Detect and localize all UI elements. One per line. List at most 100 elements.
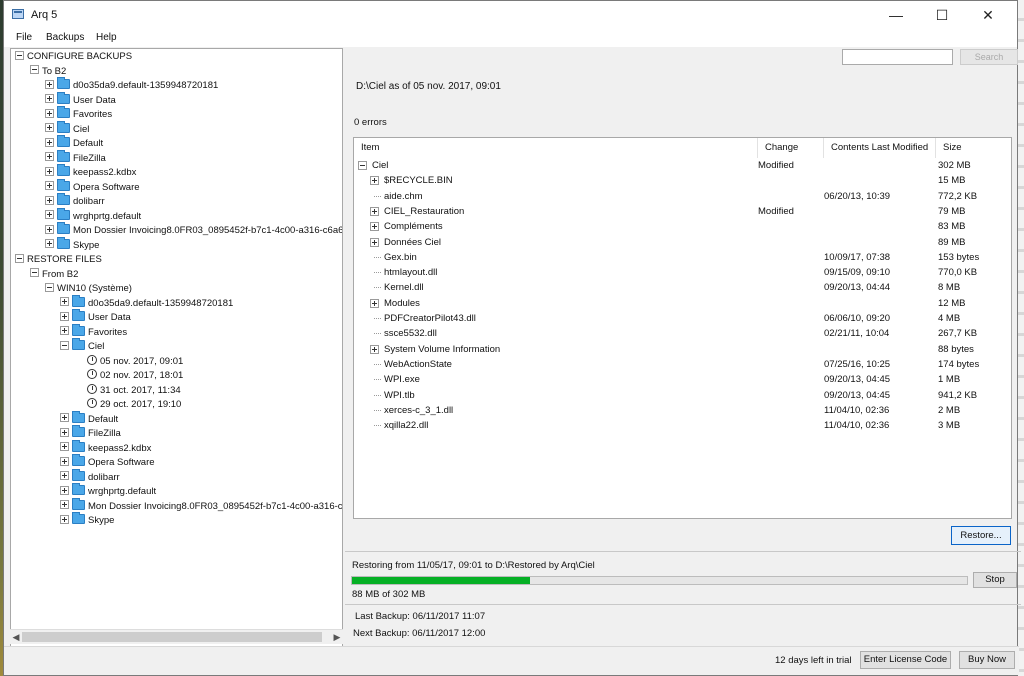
tree-source[interactable]: From B2 xyxy=(30,268,78,282)
tree-horizontal-scrollbar[interactable]: ◀ ▶ xyxy=(10,629,343,644)
tree-backup-folder[interactable]: Mon Dossier Invoicing8.0FR03_0895452f-b7… xyxy=(45,222,342,238)
expand-icon[interactable] xyxy=(45,94,54,104)
collapse-icon[interactable] xyxy=(45,282,54,292)
tree-restore-folder[interactable]: Default xyxy=(60,410,118,427)
tree-backup-folder[interactable]: User Data xyxy=(45,91,116,108)
file-row[interactable]: Ciel Modified 302 MB xyxy=(354,158,1011,173)
tree-computer[interactable]: WIN10 (Système) xyxy=(45,282,132,296)
scroll-thumb[interactable] xyxy=(22,632,322,642)
collapse-icon[interactable] xyxy=(30,65,39,75)
maximize-icon[interactable]: ☐ xyxy=(919,1,965,30)
tree-restore-folder[interactable]: d0o35da9.default-1359948720181 xyxy=(60,294,233,311)
file-row[interactable]: ssce5532.dll 02/21/11, 10:04 267,7 KB xyxy=(354,326,1011,341)
expand-icon[interactable] xyxy=(370,344,379,354)
expand-icon[interactable] xyxy=(60,514,69,524)
minimize-icon[interactable]: — xyxy=(873,1,919,30)
file-row[interactable]: System Volume Information 88 bytes xyxy=(354,342,1011,357)
expand-icon[interactable] xyxy=(45,239,54,249)
file-row[interactable]: Compléments 83 MB xyxy=(354,219,1011,234)
expand-icon[interactable] xyxy=(45,137,54,147)
scroll-right-icon[interactable]: ▶ xyxy=(331,630,343,645)
expand-icon[interactable] xyxy=(45,123,54,133)
expand-icon[interactable] xyxy=(60,297,69,307)
expand-icon[interactable] xyxy=(370,176,379,186)
tree-backup-folder[interactable]: keepass2.kdbx xyxy=(45,164,136,180)
expand-icon[interactable] xyxy=(60,456,69,466)
tree-backup-folder[interactable]: d0o35da9.default-1359948720181 xyxy=(45,77,218,93)
tree-snapshot[interactable]: 29 oct. 2017, 19:10 xyxy=(75,398,181,412)
column-item[interactable]: Item xyxy=(354,138,758,158)
file-row[interactable]: WPI.tlb 09/20/13, 04:45 941,2 KB xyxy=(354,388,1011,403)
file-row[interactable]: WebActionState 07/25/16, 10:25 174 bytes xyxy=(354,357,1011,372)
restore-button[interactable]: Restore... xyxy=(951,526,1011,545)
expand-icon[interactable] xyxy=(370,206,379,216)
file-row[interactable]: $RECYCLE.BIN 15 MB xyxy=(354,173,1011,188)
file-row[interactable]: CIEL_Restauration Modified 79 MB xyxy=(354,204,1011,219)
buy-now-button[interactable]: Buy Now xyxy=(959,651,1015,669)
file-row[interactable]: Données Ciel 89 MB xyxy=(354,235,1011,250)
expand-icon[interactable] xyxy=(370,237,379,247)
expand-icon[interactable] xyxy=(45,210,54,220)
tree-snapshot[interactable]: 05 nov. 2017, 09:01 xyxy=(75,354,183,369)
tree-snapshot[interactable]: 02 nov. 2017, 18:01 xyxy=(75,369,183,383)
collapse-icon[interactable] xyxy=(15,50,24,60)
file-row[interactable]: Kernel.dll 09/20/13, 04:44 8 MB xyxy=(354,280,1011,295)
expand-icon[interactable] xyxy=(60,442,69,452)
search-button[interactable]: Search xyxy=(960,49,1018,65)
tree-restore-folder[interactable]: dolibarr xyxy=(60,468,120,485)
close-icon[interactable]: ✕ xyxy=(965,1,1011,30)
expand-icon[interactable] xyxy=(45,108,54,118)
collapse-icon[interactable] xyxy=(15,253,24,263)
file-row[interactable]: xerces-c_3_1.dll 11/04/10, 02:36 2 MB xyxy=(354,403,1011,418)
expand-icon[interactable] xyxy=(370,222,379,232)
tree-backup-folder[interactable]: Ciel xyxy=(45,120,89,137)
column-change[interactable]: Change xyxy=(758,138,824,158)
file-row[interactable]: PDFCreatorPilot43.dll 06/06/10, 09:20 4 MB xyxy=(354,311,1011,326)
collapse-icon[interactable] xyxy=(358,161,367,170)
menu-help[interactable]: Help xyxy=(96,32,117,43)
tree-snapshot[interactable]: 31 oct. 2017, 11:34 xyxy=(75,383,181,398)
expand-icon[interactable] xyxy=(60,326,69,336)
file-row[interactable]: Gex.bin 10/09/17, 07:38 153 bytes xyxy=(354,250,1011,265)
tree-restore-folder[interactable]: Mon Dossier Invoicing8.0FR03_0895452f-b7… xyxy=(60,497,342,514)
tree-restore-folder-expanded[interactable]: Ciel xyxy=(60,338,104,354)
expand-icon[interactable] xyxy=(370,298,379,308)
tree-section-configure[interactable]: CONFIGURE BACKUPS xyxy=(15,50,132,64)
tree-backup-folder[interactable]: Default xyxy=(45,135,103,151)
expand-icon[interactable] xyxy=(60,311,69,321)
tree-restore-folder[interactable]: User Data xyxy=(60,309,131,325)
tree-backup-folder[interactable]: Opera Software xyxy=(45,178,140,195)
expand-icon[interactable] xyxy=(60,471,69,481)
enter-license-button[interactable]: Enter License Code xyxy=(860,651,951,669)
expand-icon[interactable] xyxy=(45,195,54,205)
file-row[interactable]: Modules 12 MB xyxy=(354,296,1011,311)
tree-restore-folder[interactable]: Opera Software xyxy=(60,454,155,470)
tree-destination[interactable]: To B2 xyxy=(30,65,66,79)
expand-icon[interactable] xyxy=(45,224,54,234)
file-row[interactable]: htmlayout.dll 09/15/09, 09:10 770,0 KB xyxy=(354,265,1011,280)
tree-backup-folder[interactable]: wrghprtg.default xyxy=(45,207,141,224)
column-size[interactable]: Size xyxy=(936,138,1011,158)
tree-restore-folder[interactable]: keepass2.kdbx xyxy=(60,439,151,456)
expand-icon[interactable] xyxy=(60,500,69,510)
expand-icon[interactable] xyxy=(60,413,69,423)
tree-restore-folder[interactable]: Favorites xyxy=(60,323,127,340)
expand-icon[interactable] xyxy=(60,485,69,495)
expand-icon[interactable] xyxy=(45,152,54,162)
search-input[interactable] xyxy=(842,49,953,65)
column-contents-last-modified[interactable]: Contents Last Modified xyxy=(824,138,936,158)
collapse-icon[interactable] xyxy=(30,268,39,278)
tree-restore-folder[interactable]: wrghprtg.default xyxy=(60,483,156,499)
collapse-icon[interactable] xyxy=(60,340,69,350)
tree-backup-folder[interactable]: FileZilla xyxy=(45,149,106,166)
file-row[interactable]: xqilla22.dll 11/04/10, 02:36 3 MB xyxy=(354,418,1011,433)
tree-backup-folder[interactable]: Favorites xyxy=(45,106,112,122)
scroll-left-icon[interactable]: ◀ xyxy=(10,630,22,645)
menu-file[interactable]: File xyxy=(16,32,32,43)
tree-restore-folder[interactable]: Skype xyxy=(60,512,114,528)
expand-icon[interactable] xyxy=(45,166,54,176)
file-row[interactable]: WPI.exe 09/20/13, 04:45 1 MB xyxy=(354,372,1011,387)
tree-restore-folder[interactable]: FileZilla xyxy=(60,425,121,441)
tree-section-restore[interactable]: RESTORE FILES xyxy=(15,253,102,267)
menu-backups[interactable]: Backups xyxy=(46,32,84,43)
